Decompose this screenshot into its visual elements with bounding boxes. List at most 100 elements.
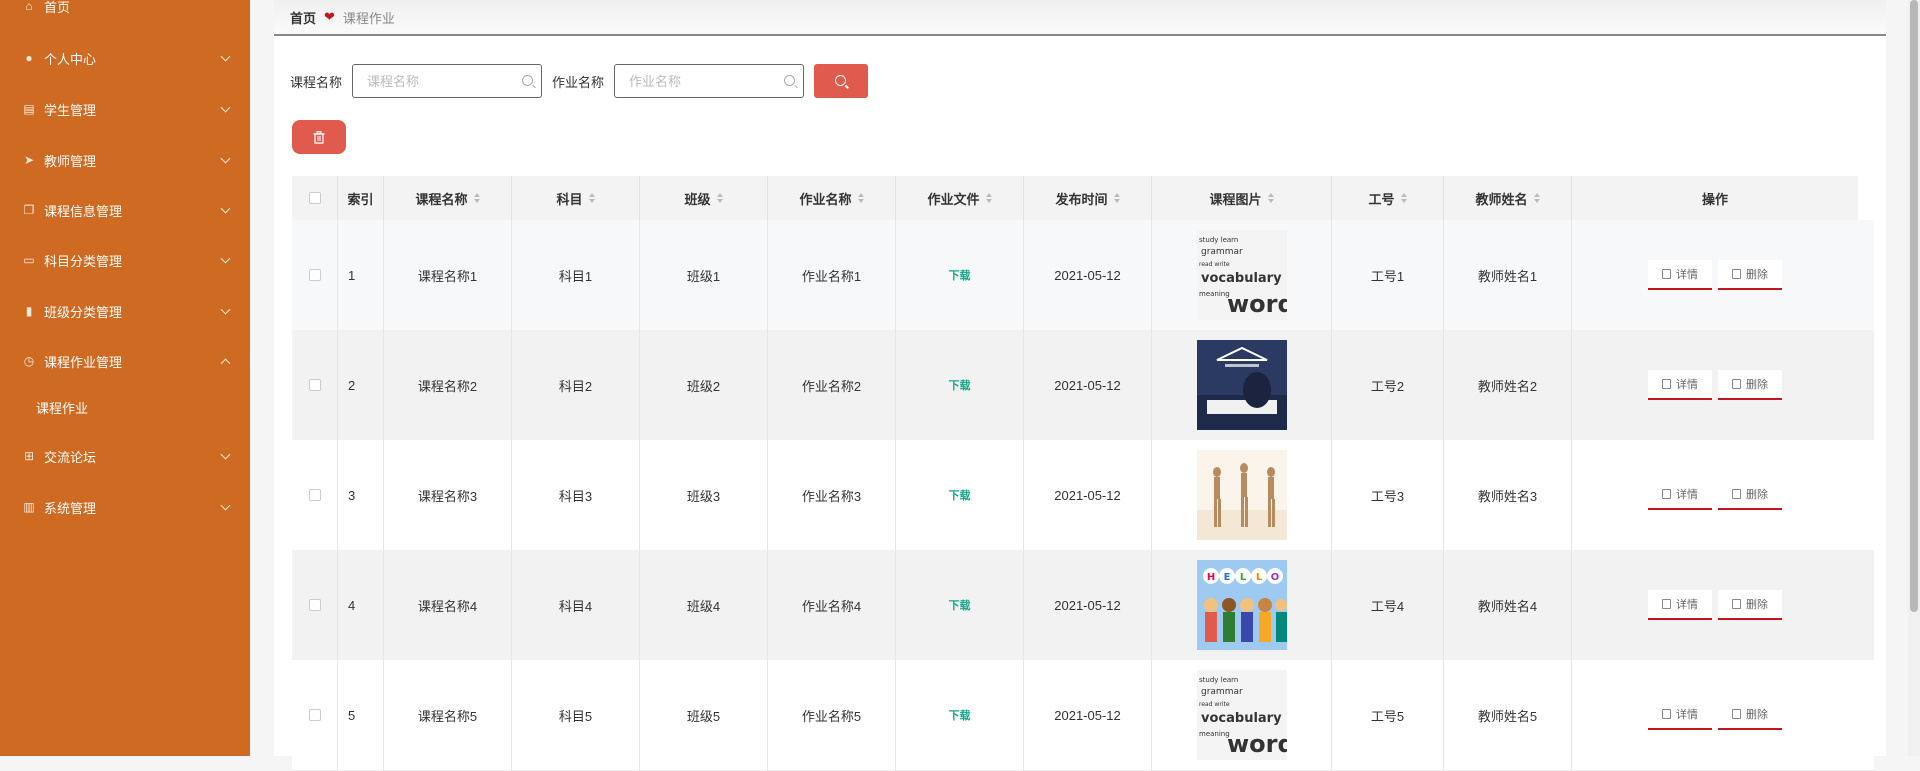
course-image-cell: study learn grammar read write vocabulary wo… bbox=[1152, 660, 1332, 770]
sidebar-item-label: 科目分类管理 bbox=[44, 253, 123, 269]
detail-button[interactable]: 详情 bbox=[1648, 370, 1712, 400]
message-icon: ▭ bbox=[23, 253, 35, 267]
sort-icon[interactable] bbox=[857, 193, 864, 203]
sort-icon[interactable] bbox=[588, 193, 595, 203]
sidebar-item-subject-category-management[interactable]: ▭ 科目分类管理 bbox=[0, 240, 250, 280]
course-image bbox=[1196, 450, 1287, 540]
teacher-name-cell: 教师姓名2 bbox=[1444, 330, 1572, 440]
staff-number-cell: 工号1 bbox=[1332, 220, 1444, 330]
detail-button[interactable]: 详情 bbox=[1648, 260, 1712, 290]
sort-icon[interactable] bbox=[1533, 193, 1540, 203]
detail-button-label: 详情 bbox=[1676, 269, 1698, 281]
sidebar-item-teacher-management[interactable]: ➤ 教师管理 bbox=[0, 140, 250, 180]
column-header[interactable]: 工号 bbox=[1332, 176, 1444, 220]
subject-cell: 科目1 bbox=[512, 220, 640, 330]
sidebar-item-home[interactable]: ⌂ 首页 bbox=[0, 0, 250, 26]
column-header[interactable]: 班级 bbox=[640, 176, 768, 220]
sort-icon[interactable] bbox=[1400, 193, 1407, 203]
breadcrumb-current: 课程作业 bbox=[342, 10, 395, 26]
column-header[interactable]: 课程图片 bbox=[1152, 176, 1332, 220]
detail-button-label: 详情 bbox=[1676, 379, 1698, 391]
sort-icon[interactable] bbox=[716, 193, 723, 203]
column-header-label: 班级 bbox=[684, 191, 711, 207]
sort-icon[interactable] bbox=[1267, 193, 1274, 203]
scrollbar-thumb[interactable] bbox=[1910, 0, 1918, 612]
submenu-item-course-homework[interactable]: 课程作业 bbox=[0, 387, 250, 427]
download-link[interactable]: 下载 bbox=[949, 377, 971, 393]
sidebar-item-label: 交流论坛 bbox=[44, 449, 97, 465]
search-icon bbox=[784, 75, 796, 86]
sidebar-item-class-category-management[interactable]: ▮ 班级分类管理 bbox=[0, 291, 250, 331]
actions-cell: 详情 删除 bbox=[1572, 330, 1858, 440]
breadcrumb-home[interactable]: 首页 bbox=[290, 8, 316, 27]
sidebar-item-course-homework-management[interactable]: ◷ 课程作业管理 bbox=[0, 341, 250, 381]
document-icon bbox=[1662, 269, 1671, 279]
download-link[interactable]: 下载 bbox=[949, 487, 971, 503]
column-header[interactable]: 科目 bbox=[512, 176, 640, 220]
detail-button[interactable]: 详情 bbox=[1648, 700, 1712, 730]
svg-text:L: L bbox=[1239, 572, 1246, 583]
document-icon bbox=[1662, 379, 1671, 389]
row-checkbox[interactable] bbox=[308, 709, 321, 721]
course-image: study learn grammar read write vocabulary wo… bbox=[1196, 670, 1287, 760]
publish-date-cell: 2021-05-12 bbox=[1024, 220, 1152, 330]
teacher-name-cell: 教师姓名3 bbox=[1444, 440, 1572, 550]
sidebar-item-system-management[interactable]: ▥ 系统管理 bbox=[0, 487, 250, 527]
column-header[interactable]: 教师姓名 bbox=[1444, 176, 1572, 220]
row-checkbox[interactable] bbox=[308, 489, 321, 501]
sidebar-item-forum[interactable]: ⊞ 交流论坛 bbox=[0, 436, 250, 476]
course-name-cell: 课程名称2 bbox=[384, 330, 512, 440]
column-header[interactable]: 发布时间 bbox=[1024, 176, 1152, 220]
column-header: 操作 bbox=[1572, 176, 1858, 220]
column-header[interactable]: 作业文件 bbox=[896, 176, 1024, 220]
detail-button[interactable]: 详情 bbox=[1648, 480, 1712, 510]
row-checkbox[interactable] bbox=[308, 379, 321, 391]
sidebar-item-personal-center[interactable]: ● 个人中心 bbox=[0, 38, 250, 78]
sort-icon[interactable] bbox=[985, 193, 992, 203]
course-name-search-field bbox=[352, 64, 543, 98]
svg-text:H: H bbox=[1206, 572, 1214, 583]
index-cell: 5 bbox=[338, 660, 384, 770]
course-name-input[interactable] bbox=[353, 65, 520, 97]
svg-text:study learn: study learn bbox=[1199, 676, 1238, 684]
sidebar-item-student-management[interactable]: ▤ 学生管理 bbox=[0, 89, 250, 129]
vertical-scrollbar[interactable] bbox=[1908, 0, 1920, 756]
homework-name-input[interactable] bbox=[615, 65, 782, 97]
search-button[interactable] bbox=[814, 64, 869, 98]
svg-text:meaning: meaning bbox=[1199, 730, 1230, 738]
sidebar-item-course-info-management[interactable]: ❐ 课程信息管理 bbox=[0, 190, 250, 230]
delete-button[interactable]: 删除 bbox=[1718, 480, 1782, 510]
select-all-checkbox[interactable] bbox=[308, 192, 321, 204]
delete-button[interactable]: 删除 bbox=[1718, 700, 1782, 730]
column-header-label: 课程名称 bbox=[415, 191, 468, 207]
chevron-down-icon bbox=[220, 203, 231, 214]
chevron-up-icon bbox=[220, 358, 231, 369]
course-image-cell: HELLO bbox=[1152, 550, 1332, 660]
building-icon: ▤ bbox=[23, 102, 35, 116]
batch-delete-button[interactable] bbox=[292, 120, 346, 154]
download-link[interactable]: 下载 bbox=[949, 707, 971, 723]
delete-button-label: 删除 bbox=[1746, 599, 1768, 611]
homework-name-cell: 作业名称4 bbox=[768, 550, 896, 660]
download-link[interactable]: 下载 bbox=[949, 597, 971, 613]
sort-icon[interactable] bbox=[1113, 193, 1120, 203]
download-link[interactable]: 下载 bbox=[949, 267, 971, 283]
delete-button[interactable]: 删除 bbox=[1718, 370, 1782, 400]
homework-file-cell: 下载 bbox=[896, 220, 1024, 330]
course-image: study learn grammar read write vocabulary wo… bbox=[1196, 230, 1287, 320]
delete-button-label: 删除 bbox=[1746, 709, 1768, 721]
svg-text:vocabulary: vocabulary bbox=[1201, 711, 1282, 726]
sidebar-item-label: 课程信息管理 bbox=[44, 203, 123, 219]
column-header[interactable]: 课程名称 bbox=[384, 176, 512, 220]
sort-icon[interactable] bbox=[473, 193, 480, 203]
delete-button[interactable]: 删除 bbox=[1718, 260, 1782, 290]
delete-button[interactable]: 删除 bbox=[1718, 590, 1782, 620]
svg-text:grammar: grammar bbox=[1201, 687, 1243, 697]
trash-icon bbox=[1732, 379, 1741, 389]
detail-button[interactable]: 详情 bbox=[1648, 590, 1712, 620]
row-checkbox[interactable] bbox=[308, 269, 321, 281]
row-checkbox[interactable] bbox=[308, 599, 321, 611]
submenu-item-label: 课程作业 bbox=[36, 400, 89, 416]
course-name-cell: 课程名称5 bbox=[384, 660, 512, 770]
column-header[interactable]: 作业名称 bbox=[768, 176, 896, 220]
